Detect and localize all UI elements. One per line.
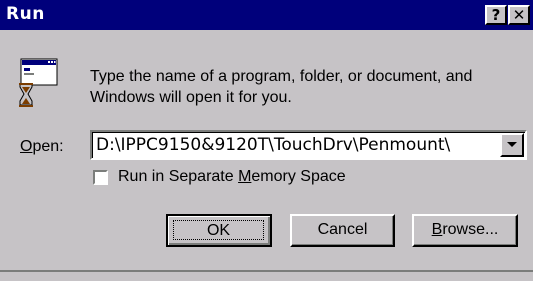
- browse-button[interactable]: Browse...: [412, 214, 518, 247]
- run-program-icon: [19, 58, 58, 107]
- title-bar[interactable]: Run ? ✕: [0, 0, 533, 30]
- window-bottom-edge: [0, 272, 533, 281]
- ok-button[interactable]: OK: [166, 214, 272, 247]
- separate-memory-checkbox[interactable]: [93, 170, 108, 185]
- window-title: Run: [6, 4, 45, 24]
- dropdown-arrow-button[interactable]: [500, 133, 524, 157]
- open-input[interactable]: D:\IPPC9150&9120T\TouchDrv\Penmount\: [96, 135, 494, 155]
- chevron-down-icon: [507, 142, 517, 147]
- ok-label: OK: [173, 220, 264, 240]
- separate-memory-label[interactable]: Run in Separate Memory Space: [118, 168, 346, 186]
- instruction-text: Type the name of a program, folder, or d…: [90, 68, 473, 106]
- open-combobox[interactable]: D:\IPPC9150&9120T\TouchDrv\Penmount\: [90, 130, 527, 160]
- help-button[interactable]: ?: [485, 5, 507, 25]
- cancel-button[interactable]: Cancel: [290, 214, 395, 247]
- open-label: Open:: [20, 138, 64, 155]
- close-button[interactable]: ✕: [508, 5, 530, 25]
